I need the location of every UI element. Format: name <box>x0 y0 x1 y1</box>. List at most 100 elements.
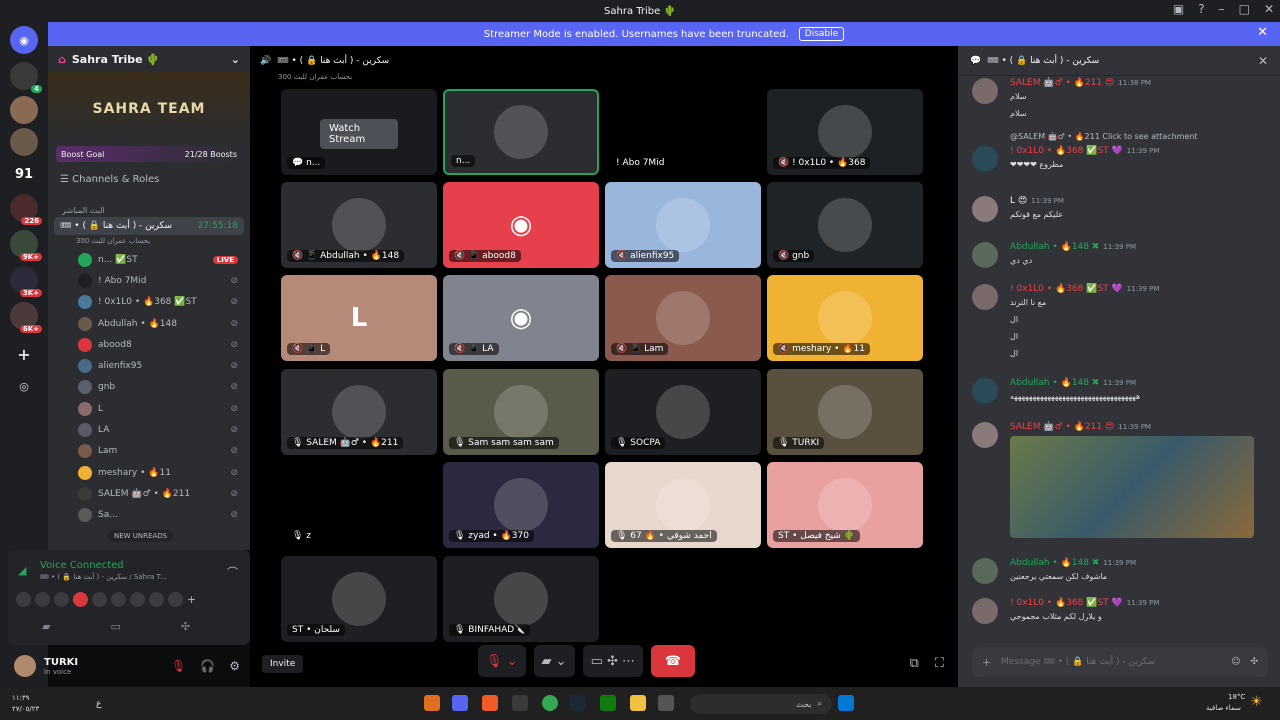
message-author[interactable]: ! 0x1L0 • 🔥368 ✅ST 💜 11:39 PM <box>1010 146 1159 156</box>
avatar[interactable] <box>972 422 998 448</box>
participant-tile[interactable]: ST • سلحان <box>281 556 437 642</box>
mute-button[interactable]: 🎙 ⌄ <box>478 645 526 677</box>
clock-time[interactable]: ١١:٣٩ <box>12 694 29 702</box>
voice-channel[interactable]: 🎟 • ( 🔒 أبث هنا ) - سكرين 27:55:18 <box>54 217 244 235</box>
voice-user-item[interactable]: alienfix95 ⊘ <box>48 355 250 376</box>
avatar[interactable] <box>972 242 998 268</box>
avatar[interactable] <box>972 598 998 624</box>
close-banner-icon[interactable]: ✕ <box>1257 25 1268 40</box>
clock-date[interactable]: ٢٧/٠٥/٢٣ <box>12 705 39 713</box>
activity-icon[interactable] <box>92 592 107 607</box>
participant-tile[interactable]: 🎙 TURKI <box>767 369 923 455</box>
voice-user-item[interactable]: LA ⊘ <box>48 419 250 440</box>
message-author[interactable]: Abdullah • 🔥148 ✖ 11:39 PM <box>1010 378 1136 388</box>
new-unreads-pill[interactable]: NEW UNREADS <box>108 530 174 542</box>
message-author[interactable]: SALEM 🤖♂ • 🔥211 😍 11:39 PM <box>1010 422 1151 432</box>
activity-icon[interactable] <box>168 592 183 607</box>
voice-user-item[interactable]: Lam ⊘ <box>48 441 250 462</box>
voice-user-item[interactable]: SALEM 🤖♂ • 🔥211 ⊘ <box>48 483 250 504</box>
server-icon[interactable]: 9K+ <box>10 230 42 261</box>
avatar[interactable] <box>972 196 998 222</box>
activity-icon[interactable] <box>130 592 145 607</box>
server-icon[interactable]: 6K+ <box>10 302 42 333</box>
participant-tile[interactable]: 🔇 ! 0x1L0 • 🔥368 <box>767 89 923 175</box>
discord-taskbar-icon[interactable] <box>452 695 468 711</box>
server-icon[interactable]: 4 <box>10 62 42 93</box>
disable-streamer-button[interactable]: Disable <box>798 27 845 41</box>
close-chat-icon[interactable]: ✕ <box>1258 54 1268 68</box>
discover-icon[interactable]: ◎ <box>10 372 38 400</box>
help-icon[interactable]: ? <box>1198 2 1204 16</box>
hangup-small-icon[interactable]: ⌒ <box>227 564 238 580</box>
participant-tile[interactable]: 🎙 67 🔥 • احمد شوقي <box>605 462 761 548</box>
voice-user-item[interactable]: meshary • 🔥11 ⊘ <box>48 462 250 483</box>
weather-temp[interactable]: 18°C <box>1228 693 1245 701</box>
server-91[interactable]: 91 <box>10 160 38 188</box>
participant-tile[interactable]: 🔇 meshary • 🔥11 <box>767 275 923 361</box>
home-discord-icon[interactable]: ◉ <box>10 26 38 54</box>
channels-roles-link[interactable]: ☰ Channels & Roles <box>48 174 250 194</box>
participant-tile[interactable]: 🎙 SALEM 🤖♂ • 🔥211 <box>281 369 437 455</box>
camera-button[interactable]: ▰ ⌄ <box>533 645 575 677</box>
add-server-icon[interactable]: + <box>10 340 38 368</box>
participant-tile[interactable]: 🎙 BINFAHAD🔪 <box>443 556 599 642</box>
participant-tile[interactable]: n... <box>443 89 599 175</box>
participant-tile[interactable]: L 🔇 📱 L <box>281 275 437 361</box>
participant-tile[interactable]: ◉ 🔇 📱 abood8 <box>443 182 599 268</box>
avatar[interactable] <box>972 284 998 310</box>
voice-channel-path[interactable]: 🎟 • ( 🔒 أبث هنا ) - سكرين / Sahra T... <box>40 573 167 581</box>
voice-user-item[interactable]: abood8 ⊘ <box>48 334 250 355</box>
message-author[interactable]: ! 0x1L0 • 🔥368 ✅ST 💜 11:39 PM <box>1010 284 1159 294</box>
participant-tile[interactable]: ◉ 🔇 📱 LA <box>443 275 599 361</box>
activity-icon[interactable] <box>16 592 31 607</box>
app-icon[interactable] <box>424 695 440 711</box>
watch-stream-button[interactable]: Watch Stream <box>320 119 398 149</box>
language-indicator[interactable]: ع <box>96 699 101 709</box>
headphones-icon[interactable]: 🎧 <box>200 659 215 673</box>
app-icon[interactable] <box>512 695 528 711</box>
participant-tile[interactable]: 🔇 📱 Abdullah • 🔥148 <box>281 182 437 268</box>
server-icon[interactable] <box>10 128 38 156</box>
participant-tile[interactable]: 🎙 Sam sam sam sam <box>443 369 599 455</box>
weather-icon[interactable]: ☀ <box>1250 694 1263 710</box>
server-icon[interactable] <box>10 96 38 124</box>
voice-user-item[interactable]: ! 0x1L0 • 🔥368 ✅ST ⊘ <box>48 292 250 313</box>
chrome-icon[interactable] <box>542 695 558 711</box>
invite-button[interactable]: Invite <box>262 655 304 673</box>
voice-user-item[interactable]: Abdullah • 🔥148 ⊘ <box>48 313 250 334</box>
weather-desc[interactable]: سماء صافية <box>1206 704 1241 712</box>
guild-header[interactable]: ⌂ Sahra Tribe 🌵 ⌄ <box>48 46 250 72</box>
participant-tile[interactable]: 🎙 z <box>281 462 437 548</box>
image-attachment[interactable] <box>1010 436 1254 538</box>
emoji-icon[interactable]: ☺ <box>1231 657 1240 667</box>
voice-user-item[interactable]: n... ✅ST LIVE <box>48 249 250 270</box>
taskbar-search[interactable]: بحث ⌕ <box>690 694 832 714</box>
participant-tile[interactable]: 🎙 zyad • 🔥370 <box>443 462 599 548</box>
message-author[interactable]: Abdullah • 🔥148 ✖ 11:39 PM <box>1010 558 1136 568</box>
avatar[interactable] <box>14 655 36 677</box>
avatar[interactable] <box>972 146 998 172</box>
voice-user-item[interactable]: gnb ⊘ <box>48 377 250 398</box>
add-attachment-icon[interactable]: ＋ <box>982 656 991 669</box>
settings-gear-icon[interactable]: ⚙ <box>229 659 240 673</box>
activity-icon[interactable] <box>149 592 164 607</box>
reply-preview[interactable]: @SALEM 🤖♂ • 🔥211 Click to see attachment <box>1010 132 1198 141</box>
inbox-icon[interactable]: ▣ <box>1173 2 1184 16</box>
message-author[interactable]: L 😍 11:39 PM <box>1010 196 1064 206</box>
screen-share-button[interactable]: ▭ ✣ ⋯ <box>582 645 644 677</box>
voice-user-item[interactable]: Sa... ⊘ <box>48 505 250 526</box>
activity-icon[interactable] <box>111 592 126 607</box>
xbox-icon[interactable] <box>600 695 616 711</box>
participant-tile[interactable]: 🔇 gnb <box>767 182 923 268</box>
avatar[interactable] <box>972 558 998 584</box>
voice-user-item[interactable]: ! Abo 7Mid ⊘ <box>48 270 250 291</box>
activity-icon[interactable] <box>73 592 88 607</box>
steam-icon[interactable] <box>570 695 586 711</box>
boost-goal[interactable]: Boost Goal 21/28 Boosts <box>56 146 242 162</box>
close-window-button[interactable]: ✕ <box>1264 2 1274 16</box>
participant-tile[interactable]: Watch Stream 💬 n... <box>281 89 437 175</box>
brave-icon[interactable] <box>482 695 498 711</box>
voice-user-item[interactable]: L ⊘ <box>48 398 250 419</box>
chevron-down-icon[interactable]: ⌄ <box>231 53 240 66</box>
avatar[interactable] <box>972 78 998 104</box>
